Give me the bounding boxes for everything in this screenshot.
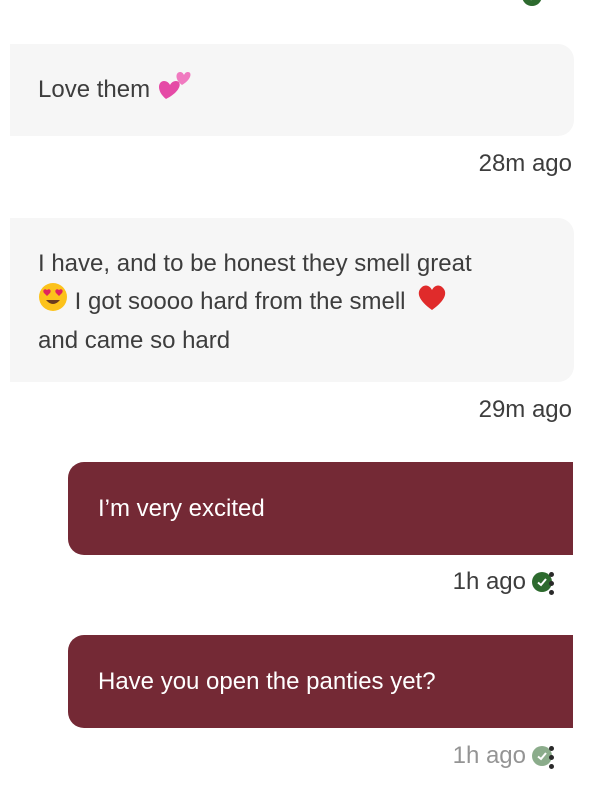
- two-hearts-icon: [158, 69, 192, 112]
- message-timestamp: 28m ago: [479, 150, 572, 178]
- timestamp-text: 1h ago: [452, 742, 526, 769]
- message-line: and came so hard: [38, 327, 231, 354]
- message-text: I got soooo hard from the smell: [74, 287, 406, 315]
- message-line-with-emoji: I got soooo hard from the smell: [38, 282, 546, 323]
- timestamp-text: 1h ago: [452, 568, 526, 595]
- message-timestamp: 1h ago: [453, 568, 552, 596]
- outgoing-message-bubble: Have you open the panties yet?: [68, 635, 573, 728]
- read-check-icon: [522, 0, 542, 6]
- timestamp-text: 29m ago: [478, 396, 572, 423]
- incoming-message-bubble: I have, and to be honest they smell grea…: [10, 218, 574, 382]
- message-options-icon[interactable]: [549, 572, 554, 595]
- incoming-message-bubble: Love them: [10, 44, 574, 136]
- message-text: Have you open the panties yet?: [98, 667, 436, 695]
- message-line: I have, and to be honest they smell grea…: [38, 250, 472, 277]
- timestamp-text: 28m ago: [478, 150, 572, 177]
- message-timestamp: 29m ago: [479, 396, 572, 424]
- message-timestamp: 1h ago: [453, 742, 552, 770]
- red-heart-icon: [416, 282, 448, 323]
- message-text: Love them: [38, 76, 151, 103]
- message-options-icon[interactable]: [549, 746, 554, 769]
- message-text: I’m very excited: [98, 494, 265, 522]
- heart-eyes-emoji-icon: [38, 282, 68, 323]
- clipped-timestamp-row: [522, 0, 542, 6]
- outgoing-message-bubble: I’m very excited: [68, 462, 573, 555]
